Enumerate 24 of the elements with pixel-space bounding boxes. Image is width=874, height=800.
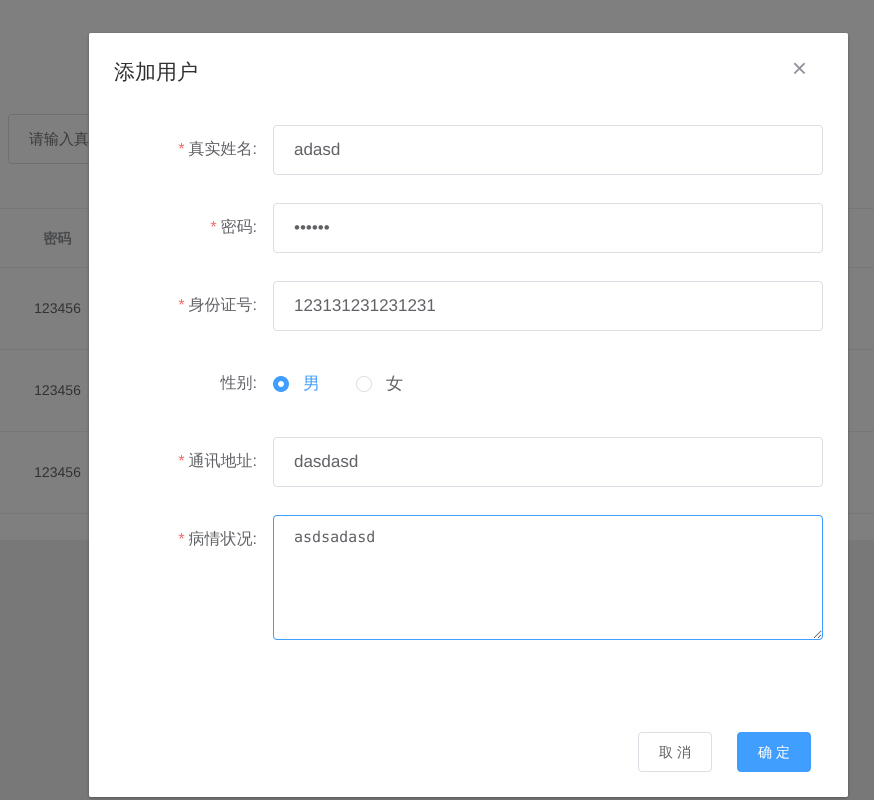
input-field[interactable]: adasd <box>273 125 823 175</box>
close-button[interactable]: × <box>792 57 807 79</box>
table-cell-text: 123456 <box>33 299 82 318</box>
input-field[interactable]: dasdasd <box>273 437 823 487</box>
field-label: 密码: <box>220 219 257 236</box>
input-field[interactable]: 123131231231231 <box>273 281 823 331</box>
dialog-title: 添加用户 <box>114 60 198 86</box>
cancel-button[interactable]: 取 消 <box>638 732 712 772</box>
table-cell-text: 123456 <box>33 463 82 482</box>
table-cell-text: 123456 <box>33 381 82 400</box>
radio-option[interactable]: 女 <box>356 371 403 397</box>
field-label: 病情状况: <box>188 531 257 548</box>
required-mark: * <box>178 531 185 548</box>
text-area[interactable]: asdsadasd <box>273 515 823 640</box>
required-mark: * <box>178 141 185 158</box>
required-mark: * <box>210 219 217 236</box>
required-mark: * <box>178 453 185 470</box>
field-label: 身份证号: <box>188 297 257 314</box>
field-label: 通讯地址: <box>188 453 257 470</box>
input-field[interactable]: •••••• <box>273 203 823 253</box>
field-label: 真实姓名: <box>188 141 257 158</box>
radio-icon[interactable] <box>273 376 289 392</box>
required-mark: * <box>178 297 185 314</box>
field-label: 性别: <box>220 375 257 392</box>
